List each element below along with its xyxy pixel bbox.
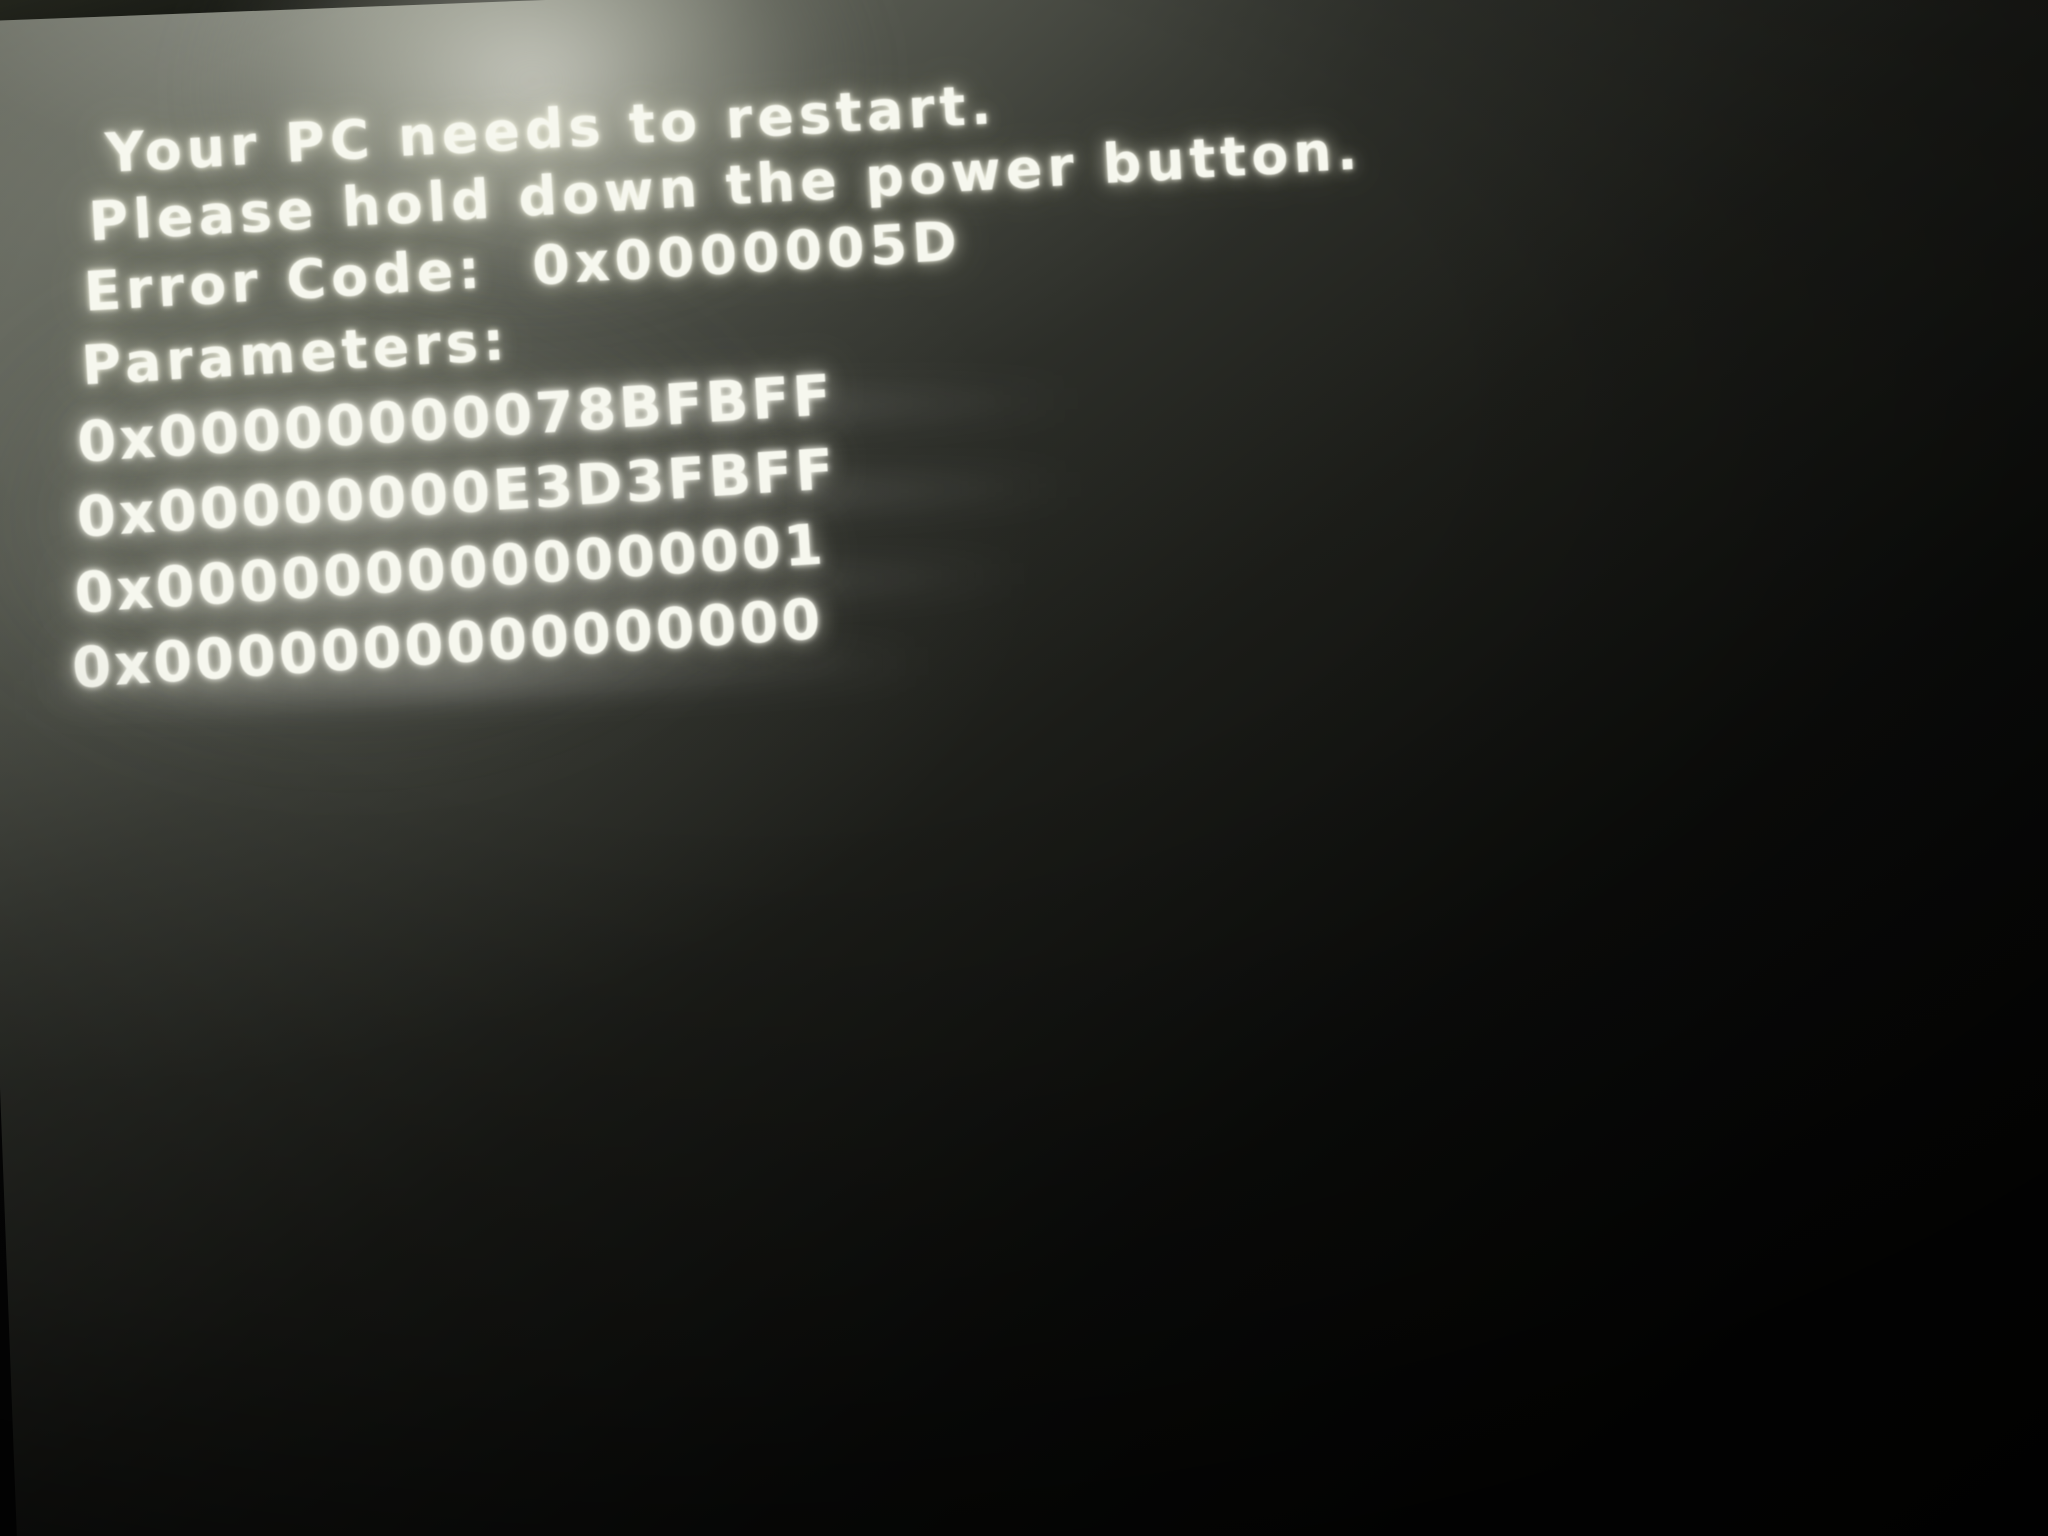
error-code-spacer [483,235,534,301]
photographed-monitor-scene: Your PC needs to restart. Please hold do… [0,0,2048,1536]
lcd-panel: Your PC needs to restart. Please hold do… [0,0,2048,1536]
stop-error-text-block: Your PC needs to restart. Please hold do… [60,18,2048,701]
